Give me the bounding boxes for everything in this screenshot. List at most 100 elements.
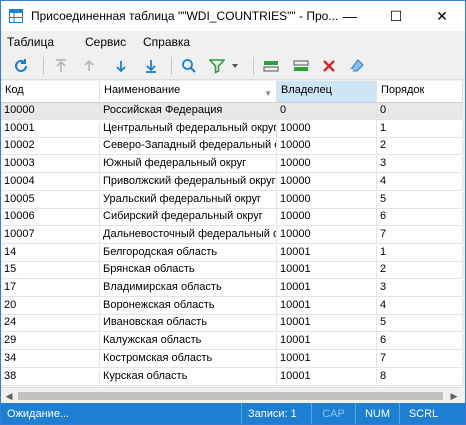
cell-name[interactable]: Курская область: [100, 368, 277, 386]
cell-order[interactable]: 5: [377, 191, 463, 209]
cell-owner[interactable]: 10000: [277, 191, 377, 209]
data-grid[interactable]: Код Наименование ▼ Владелец Порядок 1000…: [1, 81, 463, 387]
column-header-code[interactable]: Код: [1, 81, 100, 103]
cell-name[interactable]: Сибирский федеральный округ: [100, 209, 277, 227]
cell-owner[interactable]: 10000: [277, 156, 377, 174]
cell-name[interactable]: Ивановская область: [100, 315, 277, 333]
column-header-owner[interactable]: Владелец: [277, 81, 377, 103]
cell-code[interactable]: 24: [1, 315, 100, 333]
prev-icon[interactable]: [79, 56, 99, 76]
cell-code[interactable]: 10003: [1, 156, 100, 174]
cell-owner[interactable]: 10001: [277, 350, 377, 368]
cell-owner[interactable]: 10001: [277, 244, 377, 262]
cell-owner[interactable]: 10000: [277, 173, 377, 191]
add-row-icon[interactable]: [291, 56, 311, 76]
cell-order[interactable]: 8: [377, 368, 463, 386]
cell-owner[interactable]: 0: [277, 103, 377, 120]
cell-owner[interactable]: 10000: [277, 138, 377, 156]
maximize-button[interactable]: ☐: [373, 1, 419, 31]
horizontal-scrollbar[interactable]: ◀ ▶: [1, 387, 463, 404]
menu-help[interactable]: Справка: [143, 35, 190, 49]
cell-order[interactable]: 1: [377, 244, 463, 262]
cell-name[interactable]: Брянская область: [100, 262, 277, 280]
cell-code[interactable]: 38: [1, 368, 100, 386]
close-button[interactable]: ✕: [419, 1, 465, 31]
filter-icon[interactable]: [207, 56, 227, 76]
table-row[interactable]: 24 Ивановская область 10001 5: [1, 315, 463, 333]
filter-dropdown-icon[interactable]: [229, 56, 241, 76]
cell-name[interactable]: Калужская область: [100, 333, 277, 351]
cell-code[interactable]: 10000: [1, 103, 100, 120]
cell-order[interactable]: 1: [377, 120, 463, 138]
cell-name[interactable]: Владимирская область: [100, 280, 277, 297]
cell-code[interactable]: 10007: [1, 226, 100, 244]
cell-order[interactable]: 7: [377, 226, 463, 244]
cell-order[interactable]: 2: [377, 262, 463, 280]
table-row[interactable]: 10003 Южный федеральный округ 10000 3: [1, 156, 463, 174]
cell-name[interactable]: Южный федеральный округ: [100, 156, 277, 174]
cell-name[interactable]: Дальневосточный федеральный округ: [100, 226, 277, 244]
first-icon[interactable]: [51, 56, 71, 76]
table-row[interactable]: 38 Курская область 10001 8: [1, 368, 463, 386]
table-row[interactable]: 15 Брянская область 10001 2: [1, 262, 463, 280]
cell-order[interactable]: 3: [377, 156, 463, 174]
table-row[interactable]: 29 Калужская область 10001 6: [1, 333, 463, 351]
table-row[interactable]: 10001 Центральный федеральный округ 10000 1: [1, 120, 463, 138]
cell-order[interactable]: 3: [377, 280, 463, 297]
cell-name[interactable]: Центральный федеральный округ: [100, 120, 277, 138]
cell-code[interactable]: 10005: [1, 191, 100, 209]
cell-name[interactable]: Уральский федеральный округ: [100, 191, 277, 209]
eraser-icon[interactable]: [347, 56, 367, 76]
cell-order[interactable]: 4: [377, 173, 463, 191]
cell-code[interactable]: 15: [1, 262, 100, 280]
menu-service[interactable]: Сервис: [85, 35, 126, 49]
scrollbar-thumb[interactable]: [18, 392, 443, 400]
cell-code[interactable]: 29: [1, 333, 100, 351]
table-row[interactable]: 10000 Российская Федерация 0 0: [1, 103, 463, 120]
column-header-order[interactable]: Порядок: [377, 81, 463, 103]
table-row[interactable]: 14 Белгородская область 10001 1: [1, 244, 463, 262]
column-header-name[interactable]: Наименование ▼: [100, 81, 277, 103]
cell-name[interactable]: Воронежская область: [100, 297, 277, 315]
cell-owner[interactable]: 10001: [277, 280, 377, 297]
cell-order[interactable]: 6: [377, 333, 463, 351]
cell-owner[interactable]: 10001: [277, 297, 377, 315]
table-row[interactable]: 10006 Сибирский федеральный округ 10000 6: [1, 209, 463, 227]
scroll-right-icon[interactable]: ▶: [447, 389, 461, 403]
cell-owner[interactable]: 10001: [277, 368, 377, 386]
cell-owner[interactable]: 10001: [277, 333, 377, 351]
insert-row-icon[interactable]: [261, 56, 281, 76]
cell-owner[interactable]: 10000: [277, 226, 377, 244]
next-icon[interactable]: [111, 56, 131, 76]
cell-name[interactable]: Российская Федерация: [100, 103, 277, 120]
cell-owner[interactable]: 10001: [277, 262, 377, 280]
table-row[interactable]: 17 Владимирская область 10001 3: [1, 280, 463, 297]
scroll-left-icon[interactable]: ◀: [2, 389, 16, 403]
table-row[interactable]: 10004 Приволжский федеральный округ 10000 4: [1, 173, 463, 191]
refresh-icon[interactable]: [11, 56, 31, 76]
search-icon[interactable]: [179, 56, 199, 76]
menu-table[interactable]: Таблица: [7, 35, 54, 49]
cell-name[interactable]: Приволжский федеральный округ: [100, 173, 277, 191]
cell-order[interactable]: 0: [377, 103, 463, 120]
cell-owner[interactable]: 10000: [277, 209, 377, 227]
cell-code[interactable]: 17: [1, 280, 100, 297]
table-row[interactable]: 10002Северо-Западный федеральный округ10…: [1, 138, 463, 156]
cell-name[interactable]: Белгородская область: [100, 244, 277, 262]
delete-icon[interactable]: [319, 56, 339, 76]
cell-order[interactable]: 6: [377, 209, 463, 227]
last-icon[interactable]: [141, 56, 161, 76]
table-row[interactable]: 10007Дальневосточный федеральный округ10…: [1, 226, 463, 244]
cell-code[interactable]: 10004: [1, 173, 100, 191]
cell-code[interactable]: 10001: [1, 120, 100, 138]
cell-order[interactable]: 2: [377, 138, 463, 156]
cell-code[interactable]: 10002: [1, 138, 100, 156]
cell-code[interactable]: 20: [1, 297, 100, 315]
cell-name[interactable]: Костромская область: [100, 350, 277, 368]
cell-code[interactable]: 10006: [1, 209, 100, 227]
cell-order[interactable]: 7: [377, 350, 463, 368]
table-row[interactable]: 20 Воронежская область 10001 4: [1, 297, 463, 315]
cell-order[interactable]: 5: [377, 315, 463, 333]
cell-code[interactable]: 34: [1, 350, 100, 368]
table-row[interactable]: 34 Костромская область 10001 7: [1, 350, 463, 368]
